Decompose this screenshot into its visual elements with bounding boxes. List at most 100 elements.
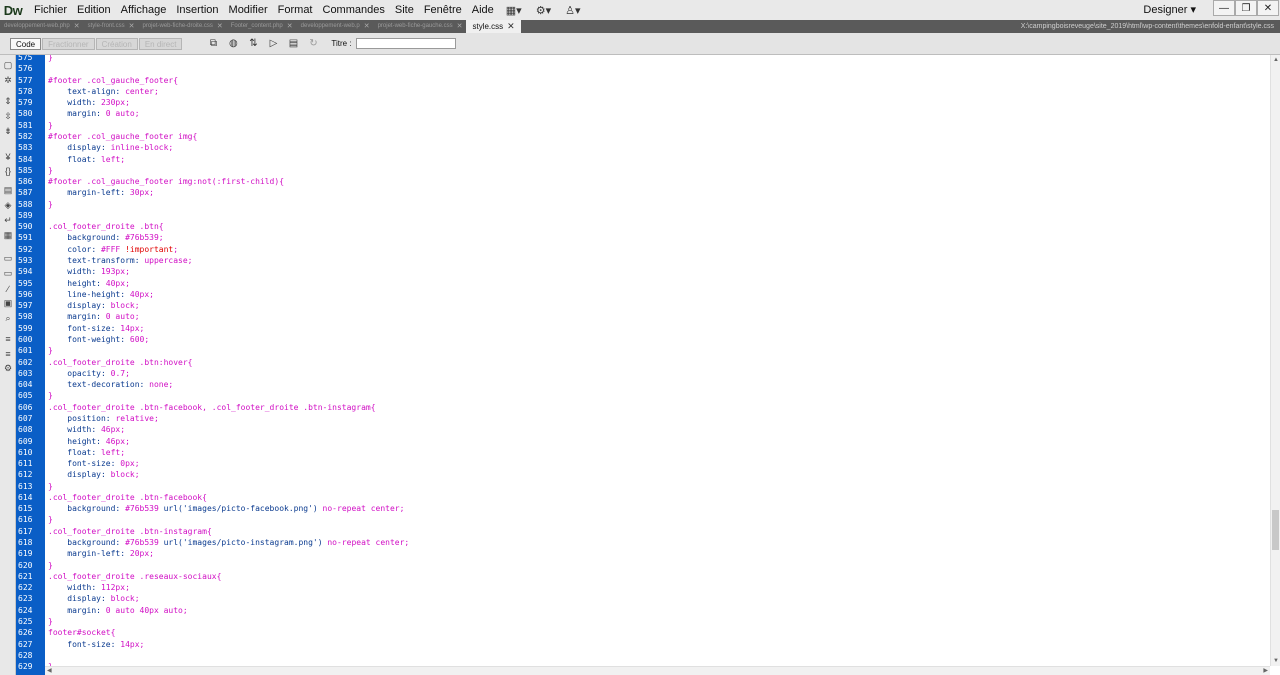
menu: Fichier Edition Affichage Insertion Modifier… [29, 0, 499, 20]
menu-item-commandes[interactable]: Commandes [318, 0, 390, 20]
view-button-design[interactable]: Création [95, 37, 138, 50]
title-input[interactable] [355, 38, 456, 49]
indent-icon[interactable]: ≡ [2, 333, 14, 344]
scroll-right-icon[interactable]: ▶ [1263, 667, 1268, 674]
menu-item-affichage[interactable]: Affichage [116, 0, 172, 20]
code-line: margin: 0 auto; [48, 108, 139, 119]
tab-close-icon[interactable]: ✕ [217, 20, 223, 33]
tab[interactable]: projet-web-fiche-droite.css ✕ [138, 20, 226, 33]
line-number: 616 [18, 515, 33, 525]
restore-button[interactable]: ❐ [1235, 0, 1257, 16]
scroll-left-icon[interactable]: ◀ [47, 667, 52, 674]
code-editor[interactable]: } #footer .col_gauche_footer{ text-align:… [45, 55, 1270, 666]
related-files-icon[interactable]: ✲ [2, 75, 14, 86]
menu-item-modifier[interactable]: Modifier [224, 0, 273, 20]
line-number: 582 [18, 131, 33, 141]
vertical-scroll-thumb[interactable] [1272, 510, 1279, 550]
menu-item-site[interactable]: Site [390, 0, 419, 20]
code-token: background: [48, 538, 126, 548]
code-line: } [48, 345, 53, 356]
line-number: 628 [18, 650, 33, 660]
code-token: #76b539 [125, 504, 164, 514]
line-number: 597 [18, 301, 33, 311]
multiscreen-icon[interactable]: ⧉ [205, 37, 221, 51]
layout-icon[interactable]: ▦▾ [499, 0, 529, 20]
tab-close-icon[interactable]: ✕ [457, 20, 463, 33]
minimize-button[interactable]: — [1213, 0, 1235, 16]
coding-toolbar: ▢ ✲ ⇕ ⇳ ⇟ ¥ {} ▤ ◈ ↵ ▦ ▭ ▭ ∕ ▣ ⌕ ≡ ≡ ⚙ [0, 55, 16, 675]
balance-braces-icon[interactable]: {} [2, 165, 14, 176]
menu-item-insertion[interactable]: Insertion [171, 0, 223, 20]
collapse-tag-icon[interactable]: ⇕ [2, 96, 14, 107]
code-line: width: 230px; [48, 97, 130, 108]
horizontal-scrollbar[interactable]: ◀ ▶ [45, 666, 1270, 675]
tab[interactable]: developpement-web.p ✕ [297, 20, 374, 33]
tab[interactable]: Footer_content.php ✕ [227, 20, 297, 33]
view-button-code[interactable]: Code [10, 37, 42, 50]
wrap-tag-icon[interactable]: ∕ [2, 283, 14, 294]
close-button[interactable]: ✕ [1257, 0, 1279, 16]
line-number: 626 [18, 628, 33, 638]
line-number: 624 [18, 605, 33, 615]
expand-all-icon[interactable]: ⇟ [2, 126, 14, 137]
word-wrap-icon[interactable]: ↵ [2, 215, 14, 226]
line-number: 623 [18, 594, 33, 604]
select-parent-tag-icon[interactable]: ¥ [2, 151, 14, 162]
code-token: #footer .col_gauche_footer img{ [48, 131, 198, 141]
code-line: opacity: 0.7; [48, 368, 130, 379]
menu-item-edition[interactable]: Edition [72, 0, 116, 20]
format-source-icon[interactable]: ⚙ [2, 363, 14, 374]
move-css-icon[interactable]: ⌕ [2, 313, 14, 324]
workspace-switcher[interactable]: Designer ▾ [1143, 0, 1196, 20]
syntax-coloring-icon[interactable]: ▦ [2, 230, 14, 241]
code-token: } [48, 165, 53, 175]
tab[interactable]: projet-web-fiche-gauche.css ✕ [374, 20, 467, 33]
preview-globe-icon[interactable]: ◍ [225, 37, 241, 51]
code-line: } [48, 560, 53, 571]
comment-icon[interactable]: ▭ [2, 253, 14, 264]
code-line: background: #76b539 url('images/picto-fa… [48, 503, 404, 514]
line-numbers-icon[interactable]: ▤ [2, 185, 14, 196]
tab-close-icon[interactable]: ✕ [287, 20, 293, 33]
visual-aids-icon[interactable]: ▤ [285, 37, 301, 51]
scroll-up-icon[interactable]: ▲ [1273, 57, 1279, 63]
line-number: 586 [18, 177, 33, 187]
tab-close-icon[interactable]: ✕ [74, 20, 80, 33]
tab-close-icon[interactable]: ✕ [129, 20, 135, 33]
gear-icon[interactable]: ⚙▾ [529, 0, 558, 20]
tab-label: developpement-web.php [4, 23, 70, 29]
menu-item-format[interactable]: Format [273, 0, 318, 20]
view-button-live[interactable]: En direct [138, 37, 183, 50]
highlight-invalid-icon[interactable]: ◈ [2, 200, 14, 211]
view-button-split[interactable]: Fractionner [42, 37, 95, 50]
open-documents-icon[interactable]: ▢ [2, 60, 14, 71]
file-management-icon[interactable]: ⇅ [245, 37, 261, 51]
code-token: !important [125, 244, 174, 254]
menu-item-fenêtre[interactable]: Fenêtre [419, 0, 467, 20]
menu-item-aide[interactable]: Aide [467, 0, 499, 20]
line-number: 618 [18, 538, 33, 548]
user-icon[interactable]: ♙▾ [558, 0, 587, 20]
line-number: 596 [18, 289, 33, 299]
tab-close-icon[interactable]: ✕ [364, 20, 370, 33]
scroll-down-icon[interactable]: ▼ [1273, 658, 1279, 664]
refresh-icon[interactable]: ↻ [305, 37, 321, 51]
menu-item-fichier[interactable]: Fichier [29, 0, 72, 20]
tab-close-icon[interactable]: ✕ [507, 20, 515, 33]
collapse-selection-icon[interactable]: ⇳ [2, 111, 14, 122]
outdent-icon[interactable]: ≡ [2, 348, 14, 359]
tab[interactable]: style-front.css ✕ [84, 20, 139, 33]
live-view-icon[interactable]: ▷ [265, 37, 281, 51]
vertical-scrollbar[interactable]: ▲ ▼ [1270, 55, 1280, 666]
tab-active[interactable]: style.css ✕ [466, 20, 521, 33]
code-line: } [48, 514, 53, 525]
uncomment-icon[interactable]: ▭ [2, 268, 14, 279]
code-token: left; [100, 447, 126, 457]
code-token: background: [48, 233, 126, 243]
tab[interactable]: developpement-web.php ✕ [0, 20, 84, 33]
line-number: 601 [18, 346, 33, 356]
code-token: 30px; [129, 188, 154, 198]
code-line: } [48, 120, 53, 131]
recent-snippets-icon[interactable]: ▣ [2, 298, 14, 309]
line-number: 587 [18, 188, 33, 198]
